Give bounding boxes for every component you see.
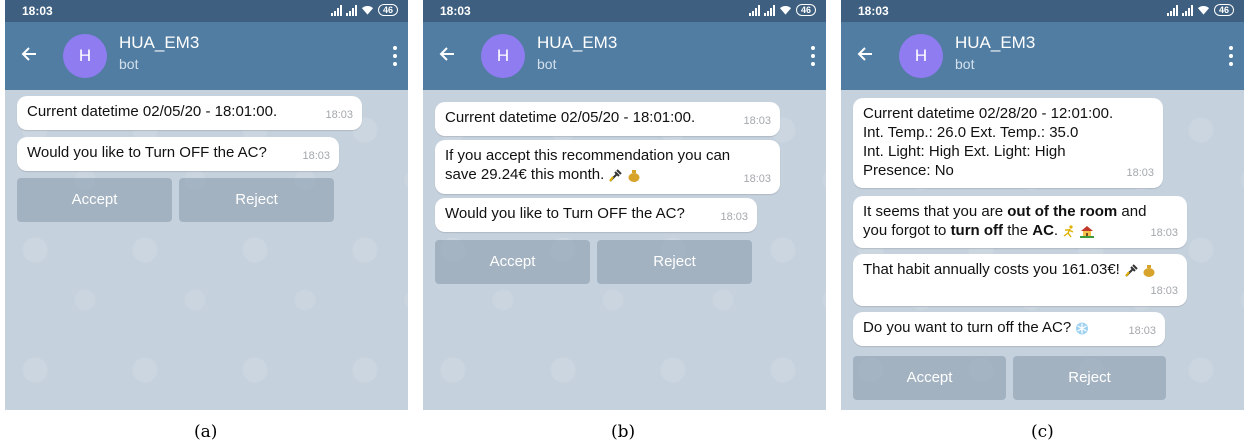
caption-b: (b) [611,422,636,442]
chat-area: Current datetime 02/28/20 - 12:01:00. In… [841,90,1244,410]
message-bubble: Current datetime 02/05/20 - 18:01:00. 18… [17,96,362,130]
chat-title: HUA_EM3 [119,33,200,52]
message-time: 18:03 [302,150,330,162]
signal-icon [1166,4,1178,16]
message-text-part: and [1117,203,1147,220]
message-bubble: Would you like to Turn OFF the AC? 18:03 [17,137,339,171]
message-text-part: It seems that you are [863,203,1008,220]
status-time: 18:03 [858,4,889,18]
status-time: 18:03 [22,4,53,18]
message-text-bold: AC [1032,222,1054,239]
message-text-part: you forgot to [863,222,951,239]
message-text-line: Presence: No [863,162,954,179]
accept-button[interactable]: Accept [853,356,1006,400]
message-bubble: If you accept this recommendation you ca… [435,140,780,194]
battery-icon: 46 [1213,4,1234,16]
running-person-icon [1063,224,1074,237]
reject-button[interactable]: Reject [597,240,752,284]
chat-subtitle: bot [537,56,557,72]
kebab-menu-icon[interactable] [808,46,818,66]
accept-button[interactable]: Accept [17,178,172,222]
battery-icon: 46 [377,4,398,16]
status-bar: 18:03 46 [5,0,408,22]
money-bag-icon [1143,264,1155,277]
chat-title: HUA_EM3 [537,33,618,52]
avatar[interactable]: H [63,34,107,78]
reject-button[interactable]: Reject [1013,356,1166,400]
back-arrow-icon[interactable] [855,44,875,64]
wifi-icon [361,5,374,15]
message-bubble: Current datetime 02/28/20 - 12:01:00. In… [853,98,1163,188]
message-text: Would you like to Turn OFF the AC? [27,144,267,161]
status-bar: 18:03 46 [841,0,1244,22]
signal-icon [1181,4,1193,16]
status-icons: 46 [1166,4,1234,16]
battery-icon: 46 [795,4,816,16]
message-bubble: Would you like to Turn OFF the AC? 18:03 [435,198,757,232]
signal-icon [345,4,357,16]
plug-icon [1125,263,1138,277]
signal-icon [748,4,760,16]
message-time: 18:03 [1150,227,1178,239]
chat-header: H HUA_EM3 bot [841,22,1244,90]
message-text: That habit annually costs you 161.03€! [863,261,1120,278]
message-text: Current datetime 02/05/20 - 18:01:00. [445,109,696,126]
message-time: 18:03 [743,115,771,127]
caption-c: (c) [1031,422,1054,442]
chat-area: Current datetime 02/05/20 - 18:01:00. 18… [5,90,408,410]
avatar[interactable]: H [481,34,525,78]
chat-area: Current datetime 02/05/20 - 18:01:00. 18… [423,90,826,410]
chat-subtitle: bot [119,56,139,72]
wifi-icon [779,5,792,15]
back-arrow-icon[interactable] [437,44,457,64]
message-time: 18:03 [325,109,353,121]
chat-title: HUA_EM3 [955,33,1036,52]
message-text-line: save 29.24€ this month. [445,166,605,183]
status-time: 18:03 [440,4,471,18]
message-time: 18:03 [1128,325,1156,337]
status-icons: 46 [748,4,816,16]
caption-a: (a) [194,422,218,442]
message-time: 18:03 [720,211,748,223]
back-arrow-icon[interactable] [19,44,39,64]
screenshot-panel-c: 18:03 46 H HUA_EM3 bot Current datetime … [841,0,1244,410]
signal-icon [763,4,775,16]
message-bubble: Current datetime 02/05/20 - 18:01:00. 18… [435,102,780,136]
message-time: 18:03 [1126,167,1154,179]
message-text: Would you like to Turn OFF the AC? [445,205,685,222]
wifi-icon [1197,5,1210,15]
message-text-bold: turn off [950,222,1004,239]
message-time: 18:03 [1150,285,1178,297]
screenshot-panel-a: 18:03 46 H HUA_EM3 bot Current datetime … [5,0,408,410]
kebab-menu-icon[interactable] [390,46,400,66]
message-text: Current datetime 02/05/20 - 18:01:00. [27,103,278,120]
message-time: 18:03 [743,173,771,185]
message-text: Do you want to turn off the AC? [863,319,1072,336]
status-icons: 46 [330,4,398,16]
reject-button[interactable]: Reject [179,178,334,222]
message-bubble: That habit annually costs you 161.03€! 1… [853,254,1187,306]
money-bag-icon [628,169,640,182]
message-text-line: If you accept this recommendation you ca… [445,147,731,164]
chat-subtitle: bot [955,56,975,72]
message-text-part: . [1053,222,1059,239]
accept-button[interactable]: Accept [435,240,590,284]
message-text-line: Current datetime 02/28/20 - 12:01:00. [863,105,1114,122]
message-text-bold: out of the room [1007,203,1118,220]
house-icon [1080,225,1095,238]
chat-header: H HUA_EM3 bot [423,22,826,90]
kebab-menu-icon[interactable] [1226,46,1236,66]
signal-icon [330,4,342,16]
message-bubble: It seems that you are out of the room an… [853,196,1187,248]
snowflake-icon [1076,322,1089,335]
message-text-part: the [1003,222,1033,239]
screenshot-panel-b: 18:03 46 H HUA_EM3 bot Current datetime … [423,0,826,410]
plug-icon [609,168,623,182]
message-text-line: Int. Temp.: 26.0 Ext. Temp.: 35.0 [863,124,1079,141]
chat-header: H HUA_EM3 bot [5,22,408,90]
avatar[interactable]: H [899,34,943,78]
message-bubble: Do you want to turn off the AC? 18:03 [853,312,1165,346]
status-bar: 18:03 46 [423,0,826,22]
message-text-line: Int. Light: High Ext. Light: High [863,143,1066,160]
